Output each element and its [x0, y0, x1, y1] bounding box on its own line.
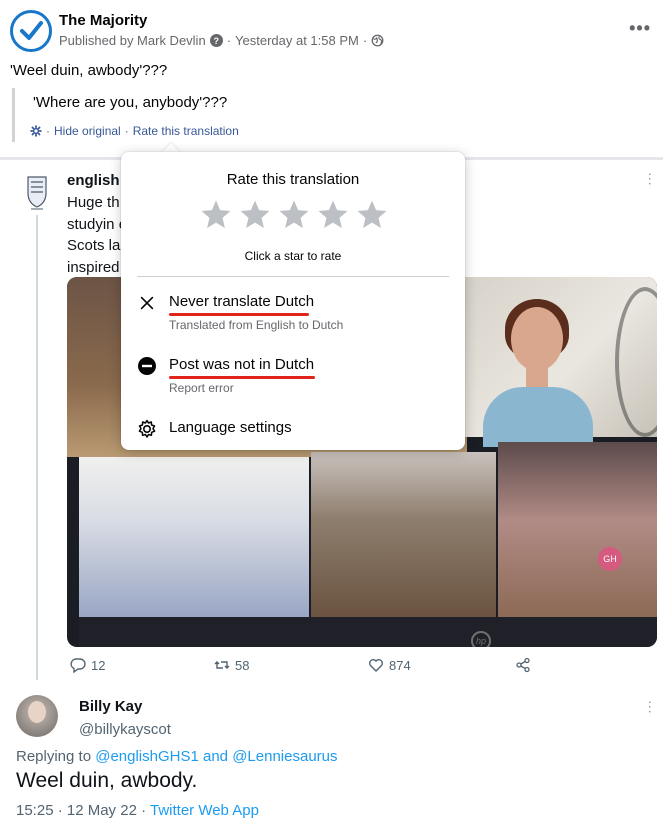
replying-prefix: Replying to	[16, 748, 92, 765]
reply-meta: 15:25 · 12 May 22 · Twitter Web App	[16, 802, 259, 819]
retweet-icon	[214, 661, 230, 669]
checkmark-icon	[20, 21, 43, 40]
heart-icon	[369, 659, 383, 672]
video-tile-classroom	[498, 442, 657, 617]
report-error-subtext: Report error	[169, 381, 234, 395]
reply-more-icon[interactable]: ···	[643, 700, 659, 714]
replying-to: Replying to @englishGHS1 and @Lenniesaur…	[16, 748, 338, 765]
retweet-button[interactable]: 58	[214, 657, 249, 673]
star-icon[interactable]	[238, 198, 272, 232]
speaker-face	[511, 307, 563, 371]
meta-separator: ·	[362, 33, 368, 48]
annotation-underline	[169, 376, 315, 379]
not-dutch-label: Post was not in Dutch	[169, 356, 315, 373]
reply-text: Weel duin, awbody.	[16, 769, 198, 792]
language-settings-label: Language settings	[169, 419, 292, 436]
star-icon[interactable]	[316, 198, 350, 232]
popup-title: Rate this translation	[226, 171, 360, 188]
hp-logo-icon: hp	[471, 631, 491, 647]
reply-author-handle[interactable]: @billykayscot	[79, 721, 171, 738]
tweet-actions: 12 58 874	[67, 657, 547, 677]
share-icon	[516, 657, 530, 673]
reply-count: 12	[91, 657, 106, 673]
post-timestamp[interactable]: Yesterday at 1:58 PM	[235, 33, 359, 48]
globe-icon	[371, 34, 384, 47]
avatar[interactable]	[16, 695, 58, 737]
retweet-count: 58	[235, 657, 250, 673]
thread-line	[36, 215, 38, 680]
rate-translation-popup: Rate this translation Click a star to ra…	[121, 152, 465, 450]
mention-link[interactable]: @englishGHS1	[95, 748, 199, 765]
close-icon	[137, 293, 157, 313]
reply-timestamp[interactable]: 15:25 · 12 May 22 ·	[16, 802, 146, 819]
school-crest-icon	[27, 176, 47, 210]
original-text: 'Where are you, anybody'???	[33, 94, 228, 111]
star-icon[interactable]	[199, 198, 233, 232]
participant-badge: GH	[598, 547, 622, 571]
more-options-icon[interactable]: •••	[629, 18, 651, 39]
reply-icon	[70, 658, 86, 673]
meta-separator: ·	[226, 33, 232, 48]
star-rating	[199, 198, 389, 232]
hide-original-link[interactable]: Hide original	[54, 124, 121, 138]
click-star-hint: Click a star to rate	[244, 249, 342, 263]
reply-author-name[interactable]: Billy Kay	[79, 698, 142, 715]
gear-icon	[30, 125, 42, 137]
gear-icon	[137, 419, 157, 439]
translated-text: 'Weel duin, awbody'???	[10, 62, 168, 79]
never-translate-subtext: Translated from English to Dutch	[169, 318, 344, 332]
minus-circle-icon	[137, 356, 157, 376]
mention-link[interactable]: @Lenniesaurus	[232, 748, 337, 765]
popup-divider	[137, 276, 449, 277]
share-button[interactable]	[515, 657, 531, 673]
video-tile-classroom	[79, 457, 309, 617]
reply-button[interactable]: 12	[70, 657, 105, 673]
post-header: The Majority Published by Mark Devlin ? …	[10, 8, 653, 54]
star-icon[interactable]	[277, 198, 311, 232]
like-button[interactable]: 874	[368, 657, 411, 673]
monitor-taskbar	[79, 617, 657, 647]
never-translate-label: Never translate Dutch	[169, 293, 315, 310]
annotation-underline	[169, 313, 309, 316]
tweet-author[interactable]: english	[67, 172, 120, 189]
translation-links: · Hide original · Rate this translation	[30, 124, 239, 138]
speaker-body	[483, 387, 593, 447]
language-settings-item[interactable]: Language settings	[135, 416, 451, 464]
video-tile-classroom	[311, 452, 496, 617]
reply-source-app[interactable]: Twitter Web App	[150, 802, 259, 819]
link-separator: ·	[46, 124, 50, 138]
like-count: 874	[389, 657, 411, 673]
link-separator: ·	[124, 124, 129, 138]
page-avatar[interactable]	[10, 10, 52, 52]
page-name[interactable]: The Majority	[59, 12, 147, 29]
star-icon[interactable]	[355, 198, 389, 232]
mention-conjunction: and	[203, 748, 229, 765]
post-meta: Published by Mark Devlin ? · Yesterday a…	[59, 33, 384, 48]
rate-translation-link[interactable]: Rate this translation	[133, 124, 239, 138]
question-icon[interactable]: ?	[209, 34, 223, 47]
published-by[interactable]: Published by Mark Devlin	[59, 33, 206, 48]
tweet-more-icon[interactable]: ···	[643, 172, 659, 186]
